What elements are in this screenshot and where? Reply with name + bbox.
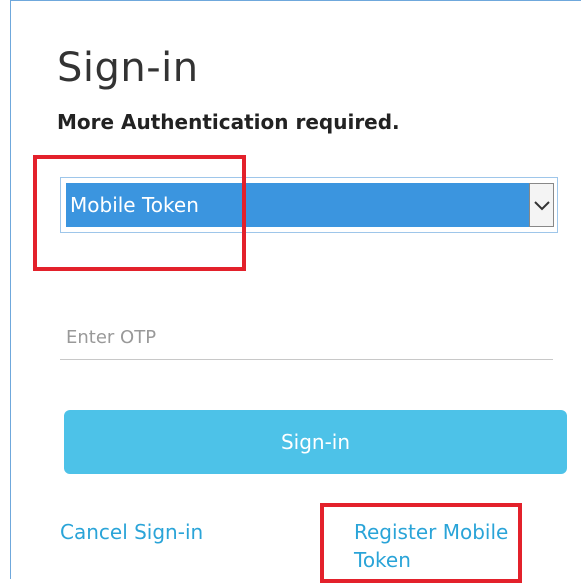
page-subtitle: More Authentication required. [57,110,400,134]
cancel-signin-link[interactable]: Cancel Sign-in [60,518,203,546]
dropdown-toggle[interactable] [529,183,554,227]
auth-method-select[interactable]: Mobile Token [60,177,558,233]
otp-input[interactable] [60,316,553,360]
chevron-down-icon [533,196,550,215]
register-mobile-token-link[interactable]: Register Mobile Token [354,518,534,574]
auth-method-selected-value[interactable]: Mobile Token [66,183,529,227]
page-title: Sign-in [57,45,199,91]
signin-button[interactable]: Sign-in [64,410,567,474]
